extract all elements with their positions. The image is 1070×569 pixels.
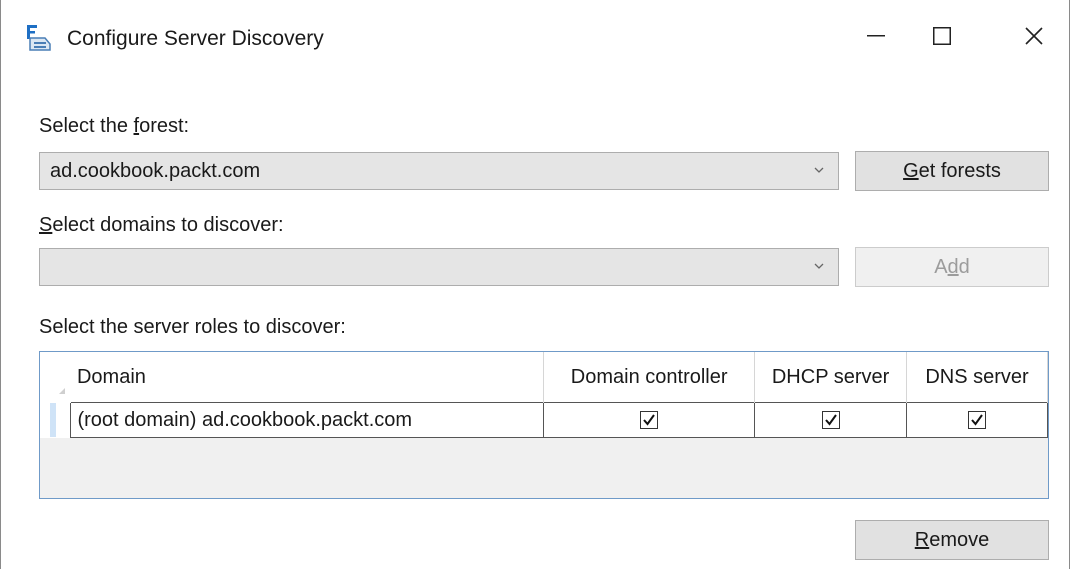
grid-corner[interactable] (40, 352, 71, 403)
remove-accel: R (914, 528, 930, 551)
maximize-button[interactable] (913, 14, 971, 58)
chevron-down-icon (814, 167, 824, 173)
domain-controller-cell (543, 402, 756, 438)
chevron-down-icon (814, 263, 824, 269)
column-header-domain-controller[interactable]: Domain controller (543, 352, 756, 403)
server-discovery-icon (25, 24, 55, 52)
add-button[interactable]: Add (855, 247, 1049, 287)
minimize-icon (867, 35, 885, 37)
configure-server-discovery-window: Configure Server Discovery Select the fo… (0, 0, 1070, 569)
roles-label: Select the server roles to discover: (39, 316, 346, 338)
column-header-dhcp-server[interactable]: DHCP server (754, 352, 908, 403)
forest-select[interactable]: ad.cookbook.packt.com (39, 152, 839, 190)
remove-label: emove (929, 528, 990, 551)
close-button[interactable] (1005, 14, 1063, 58)
forest-label-text: Select the (39, 115, 134, 137)
forest-select-value: ad.cookbook.packt.com (50, 159, 261, 182)
window-title: Configure Server Discovery (67, 27, 324, 50)
minimize-button[interactable] (847, 14, 905, 58)
server-roles-table: Domain Domain controller DHCP server DNS… (40, 352, 1048, 438)
dns-server-checkbox[interactable] (968, 411, 987, 430)
get-forests-accel: G (903, 159, 919, 182)
column-header-domain[interactable]: Domain (70, 352, 545, 403)
maximize-icon (933, 27, 951, 45)
add-accel: d (947, 255, 959, 278)
domains-label: Select domains to discover: (39, 214, 284, 237)
add-label-pre: A (934, 255, 948, 278)
domain-cell[interactable]: (root domain) ad.cookbook.packt.com (70, 402, 545, 438)
get-forests-button[interactable]: Get forests (855, 151, 1049, 191)
column-header-dns-server[interactable]: DNS server (906, 352, 1048, 403)
dhcp-server-cell (754, 402, 908, 438)
title-bar: Configure Server Discovery (1, 0, 1069, 76)
add-label-post: d (958, 255, 970, 278)
table-header-row: Domain Domain controller DHCP server DNS… (40, 352, 1048, 403)
domains-label-accel: S (39, 214, 53, 236)
forest-label-text-post: orest: (139, 115, 190, 137)
row-header[interactable] (40, 402, 71, 438)
close-icon (1025, 27, 1043, 45)
checkmark-icon (643, 414, 655, 426)
remove-button[interactable]: Remove (855, 520, 1049, 560)
checkmark-icon (824, 414, 837, 426)
checkmark-icon (971, 414, 983, 426)
dns-server-cell (906, 402, 1048, 438)
domains-select[interactable] (39, 248, 839, 286)
dhcp-server-checkbox[interactable] (821, 411, 840, 430)
table-row[interactable]: (root domain) ad.cookbook.packt.com (40, 402, 1048, 438)
get-forests-label: et forests (918, 159, 1001, 182)
sort-corner-icon (59, 387, 65, 394)
domains-label-text: elect domains to discover: (52, 214, 284, 236)
server-roles-grid: Domain Domain controller DHCP server DNS… (39, 351, 1049, 499)
domain-controller-checkbox[interactable] (640, 411, 659, 430)
forest-label: Select the forest: (39, 115, 189, 138)
